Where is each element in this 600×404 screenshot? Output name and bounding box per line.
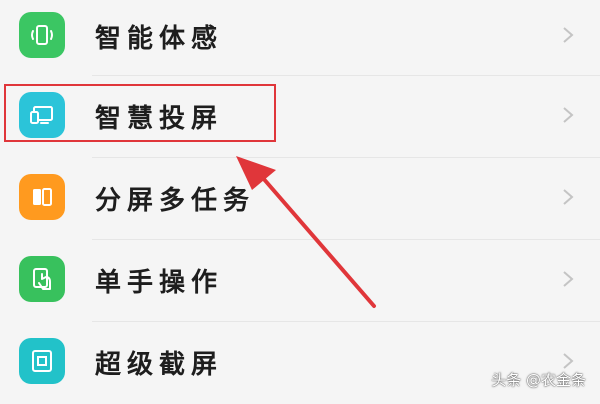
chevron-right-icon bbox=[562, 106, 574, 124]
settings-item-super-screenshot[interactable]: 超级截屏 bbox=[0, 322, 600, 404]
screenshot-icon bbox=[19, 338, 65, 384]
phone-motion-icon bbox=[19, 12, 65, 58]
one-hand-icon bbox=[19, 256, 65, 302]
chevron-right-icon bbox=[562, 270, 574, 288]
chevron-right-icon bbox=[562, 26, 574, 44]
settings-item-label: 分屏多任务 bbox=[95, 186, 256, 216]
split-screen-icon bbox=[19, 174, 65, 220]
watermark: 头条 @农金条 bbox=[491, 371, 586, 389]
highlight-box bbox=[4, 84, 276, 142]
settings-item-smart-motion[interactable]: 智能体感 bbox=[0, 0, 600, 76]
settings-item-label: 单手操作 bbox=[95, 268, 224, 298]
settings-item-label: 超级截屏 bbox=[95, 350, 224, 380]
settings-item-label: 智能体感 bbox=[95, 24, 224, 54]
chevron-right-icon bbox=[562, 352, 574, 370]
chevron-right-icon bbox=[562, 188, 574, 206]
settings-list: 智能体感 智慧投屏 分屏多任务 单手操作 超级截屏 bbox=[0, 0, 600, 400]
settings-item-one-hand[interactable]: 单手操作 bbox=[0, 240, 600, 322]
settings-item-split-screen[interactable]: 分屏多任务 bbox=[0, 158, 600, 240]
